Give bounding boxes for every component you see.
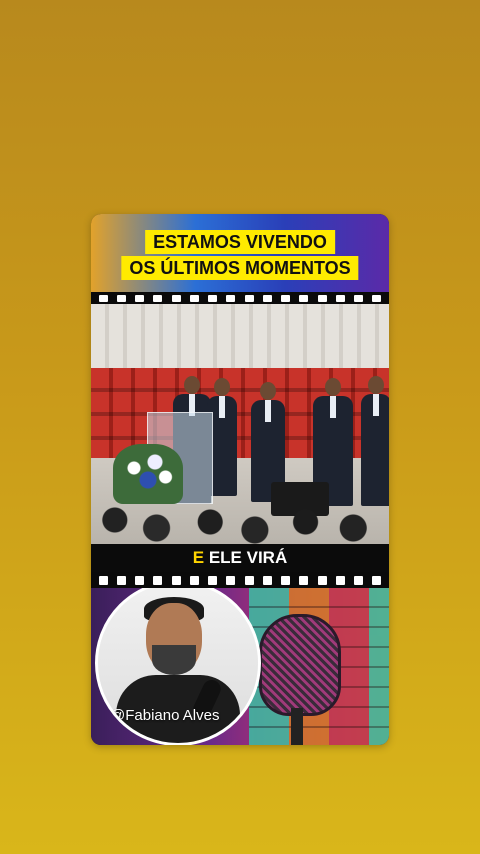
film-strip-top — [91, 292, 389, 304]
creator-avatar[interactable]: @Fabiano Alves — [95, 588, 261, 745]
audience-heads — [91, 504, 389, 544]
microphone-stand — [291, 708, 303, 745]
video-card[interactable]: ESTAMOS VIVENDO OS ÚLTIMOS MOMENTOS E EL… — [91, 214, 389, 745]
microphone-icon — [259, 614, 341, 716]
stage-wall — [91, 304, 389, 368]
church-stage-scene — [91, 304, 389, 544]
stage-figure — [361, 376, 389, 506]
caption-text: ELE VIRÁ — [204, 548, 288, 567]
video-title-line-2: OS ÚLTIMOS MOMENTOS — [121, 256, 359, 280]
flower-arrangement — [113, 444, 183, 504]
caption-emphasis: E — [192, 548, 205, 567]
video-title-line-1: ESTAMOS VIVENDO — [145, 230, 335, 254]
video-caption: E ELE VIRÁ — [91, 544, 389, 572]
creator-handle: @Fabiano Alves — [110, 707, 220, 724]
title-banner: ESTAMOS VIVENDO OS ÚLTIMOS MOMENTOS — [91, 214, 389, 292]
film-strip-bottom — [91, 572, 389, 588]
creator-section: @Fabiano Alves — [91, 588, 389, 745]
